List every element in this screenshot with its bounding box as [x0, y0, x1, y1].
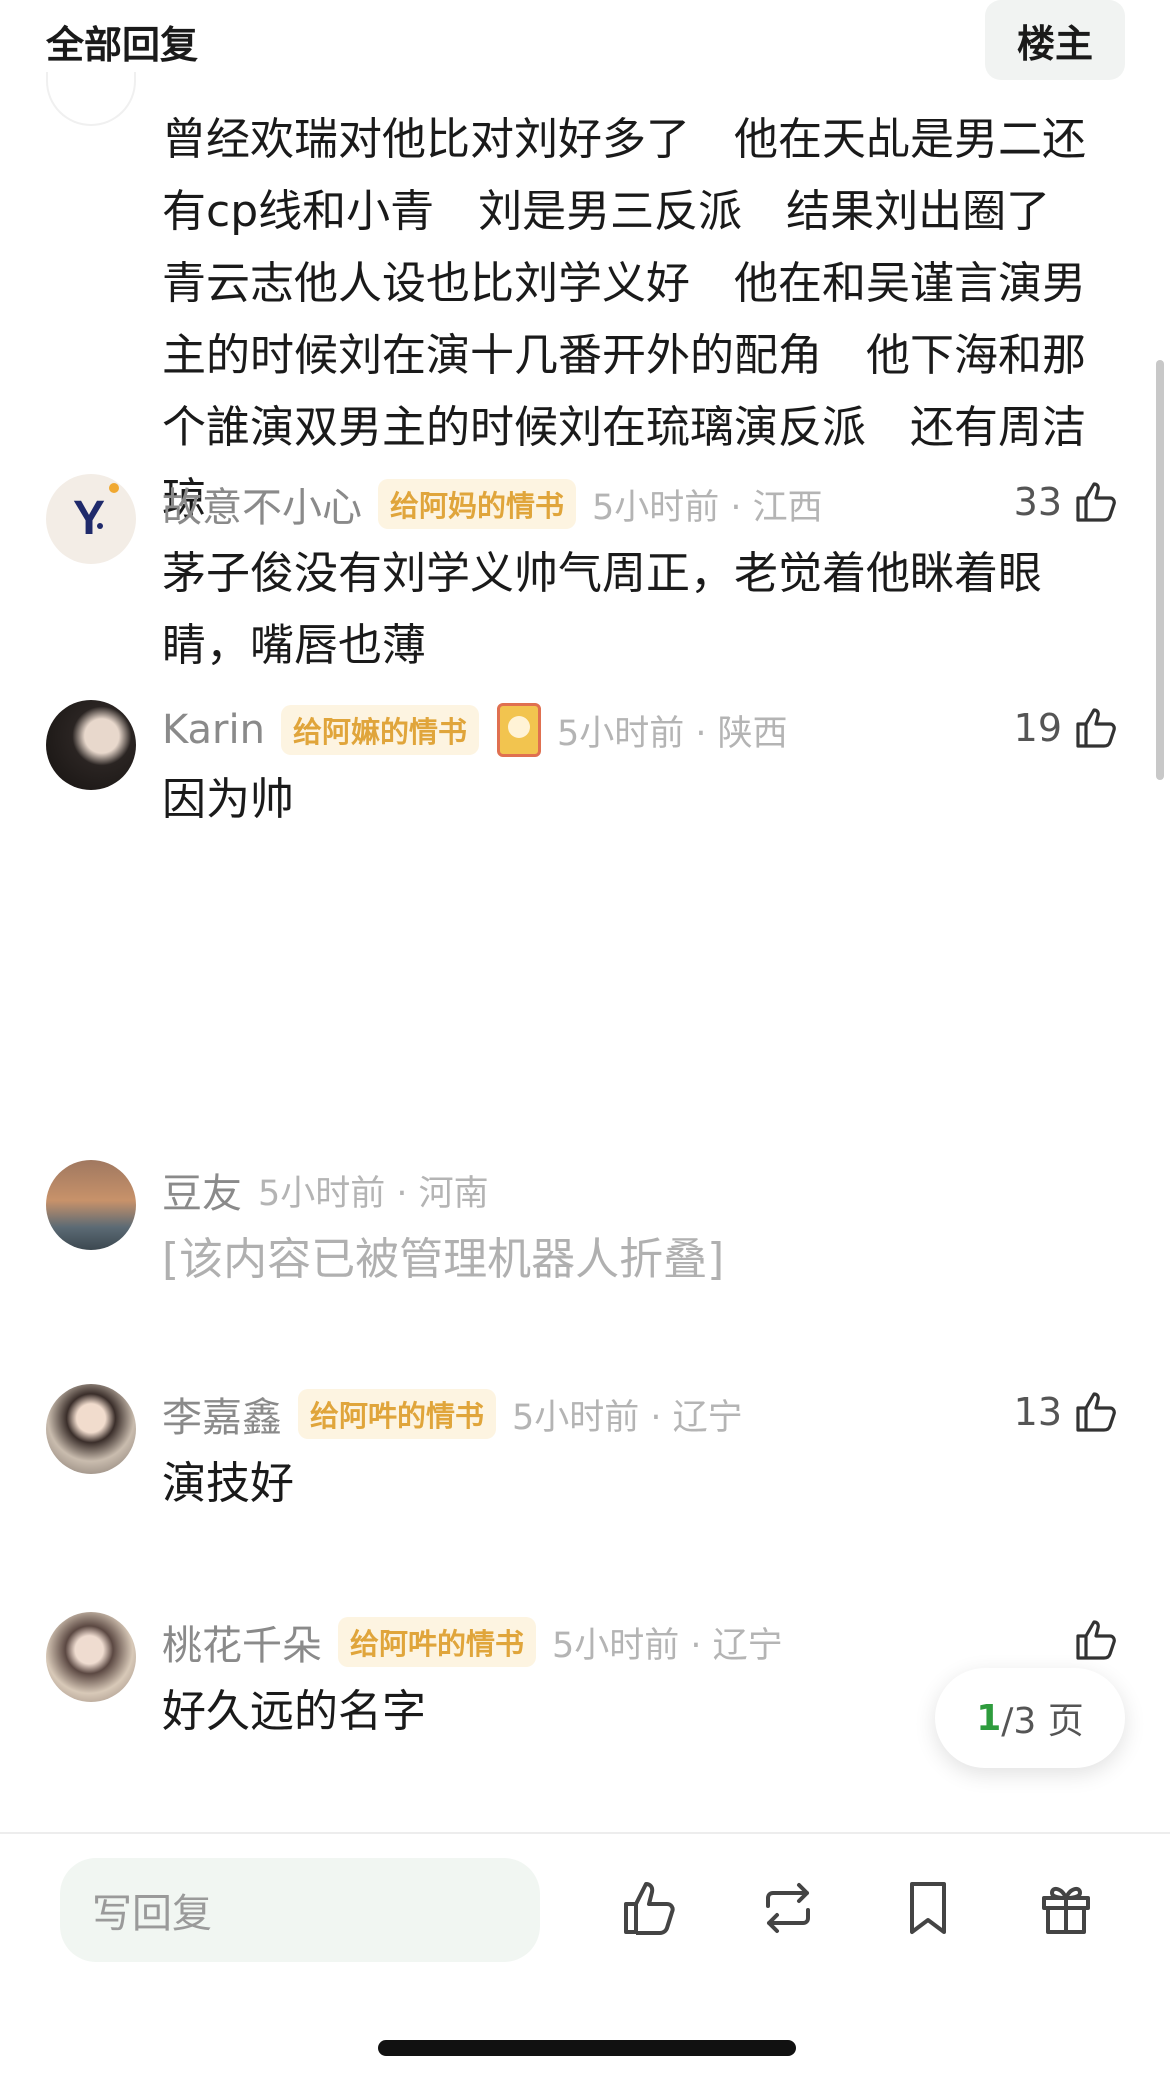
time-location: 5小时前 · 陕西 — [556, 713, 788, 754]
repost-icon[interactable] — [756, 1876, 820, 1940]
thumbs-up-icon — [1076, 482, 1116, 522]
badge[interactable]: 给阿吽的情书 — [298, 1389, 497, 1439]
scrollbar[interactable] — [1156, 360, 1164, 780]
comment-text: 茅子俊没有刘学义帅气周正，老觉着他眯着眼睛，嘴唇也薄 — [162, 548, 1042, 671]
time-location: 5小时前 · 江西 — [592, 487, 823, 528]
like-button[interactable]: 13 — [1014, 1388, 1120, 1436]
comment-meta: 故意不小心 给阿妈的情书 5小时前 · 江西 — [162, 474, 823, 534]
comment-text: 曾经欢瑞对他比对刘好多了 他在天乩是男二还有cp线和小青 刘是男三反派 结果刘出… — [162, 114, 1086, 525]
like-count: 13 — [1013, 1390, 1062, 1434]
thumbs-up-icon — [1076, 708, 1116, 748]
time-location: 5小时前 · 辽宁 — [552, 1625, 783, 1666]
comment-text: 演技好 — [162, 1458, 294, 1509]
thumbs-up-icon[interactable] — [618, 1876, 682, 1940]
header: 全部回复 楼主 — [0, 0, 1170, 86]
comment-meta: 桃花千朵 给阿吽的情书 5小时前 · 辽宁 — [162, 1612, 783, 1672]
like-count: 19 — [1013, 706, 1062, 750]
reply-input[interactable]: 写回复 — [60, 1858, 540, 1962]
like-button[interactable]: 33 — [1014, 478, 1120, 526]
photo-avatar[interactable] — [46, 700, 136, 790]
thumbs-up-icon — [1076, 1620, 1116, 1660]
total-pages: /3 页 — [1001, 1701, 1084, 1742]
cat-sticker-icon — [496, 703, 541, 757]
username[interactable]: 豆友 — [162, 1161, 242, 1219]
page-indicator-button[interactable]: 1 /3 页 — [935, 1668, 1125, 1768]
comment-meta: Karin 给阿嫲的情书 5小时前 · 陕西 — [162, 700, 788, 760]
divider — [0, 1832, 1170, 1834]
sunset-avatar[interactable] — [46, 1160, 136, 1250]
op-filter-button[interactable]: 楼主 — [985, 0, 1125, 80]
username[interactable]: 桃花千朵 — [162, 1613, 322, 1671]
home-indicator[interactable] — [378, 2040, 796, 2056]
like-count: 33 — [1013, 480, 1062, 524]
like-button[interactable]: 19 — [1014, 704, 1120, 752]
photo-avatar[interactable] — [46, 1384, 136, 1474]
time-location: 5小时前 · 辽宁 — [512, 1397, 743, 1438]
avatar[interactable] — [46, 72, 136, 126]
thumbs-up-icon — [1076, 1392, 1116, 1432]
page-title: 全部回复 — [46, 23, 199, 67]
badge[interactable]: 给阿嫲的情书 — [280, 705, 479, 755]
svg-text:Y: Y — [73, 492, 105, 545]
username[interactable]: Karin — [162, 707, 265, 753]
current-page: 1 — [976, 1697, 1002, 1739]
username[interactable]: 李嘉鑫 — [162, 1385, 282, 1443]
badge[interactable]: 给阿吽的情书 — [338, 1617, 537, 1667]
like-button[interactable] — [1072, 1616, 1120, 1664]
comment-text: 因为帅 — [162, 774, 294, 825]
comment-meta: 李嘉鑫 给阿吽的情书 5小时前 · 辽宁 — [162, 1384, 743, 1444]
gift-icon[interactable] — [1034, 1876, 1098, 1940]
photo-avatar[interactable] — [46, 1612, 136, 1702]
bookmark-icon[interactable] — [896, 1876, 960, 1940]
badge[interactable]: 给阿妈的情书 — [378, 479, 577, 529]
y-logo-icon: Y — [73, 483, 119, 545]
folded-content[interactable]: [该内容已被管理机器人折叠] — [162, 1224, 1102, 1296]
time-location: 5小时前 · 河南 — [258, 1173, 489, 1214]
y-logo-avatar[interactable]: Y — [46, 474, 136, 564]
username[interactable]: 故意不小心 — [162, 475, 362, 533]
comment-meta: 豆友 5小时前 · 河南 — [162, 1160, 489, 1220]
